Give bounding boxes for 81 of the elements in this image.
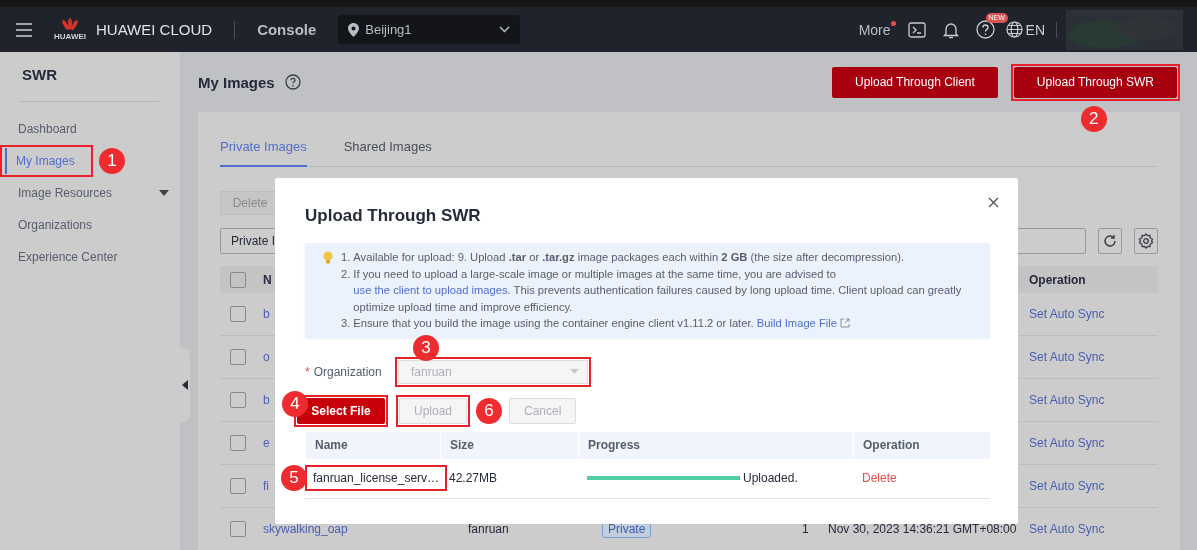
chevron-down-icon <box>499 26 511 33</box>
file-name: fanruan_license_serv… <box>312 470 441 488</box>
note-number: 1. <box>341 250 351 265</box>
column-header: Operation <box>1029 272 1086 287</box>
auto-sync-link[interactable]: Set Auto Sync <box>1029 393 1105 407</box>
settings-button[interactable] <box>1134 228 1158 254</box>
page-title: My Images <box>198 73 275 91</box>
image-name-link[interactable]: fi <box>263 479 269 493</box>
image-name-link[interactable]: e <box>263 436 270 450</box>
sidebar-item[interactable]: Image Resources <box>3 180 183 206</box>
upload-status: Uploaded. <box>743 471 798 486</box>
note-text: If you need to upload a large-scale image or multiple images at the same time, you are advised to use the client to upload images. This prevents authentication failures caused by long upload time. Client upload can greatly optimize upload time and improve efficiency. <box>353 266 963 315</box>
auto-sync-link[interactable]: Set Auto Sync <box>1029 479 1105 493</box>
dialog-title: Upload Through SWR <box>305 206 481 226</box>
logo-text: HUAWEI <box>54 32 86 41</box>
more-menu[interactable]: More <box>858 21 891 38</box>
checkbox[interactable] <box>230 478 246 494</box>
tab[interactable]: Private Images <box>220 139 307 167</box>
table-cell: fanruan <box>468 522 509 536</box>
checkbox[interactable] <box>230 306 246 322</box>
help-icon[interactable] <box>284 74 301 90</box>
sidebar-item[interactable]: Dashboard <box>3 116 183 142</box>
checkbox[interactable] <box>230 435 246 451</box>
tab[interactable]: Shared Images <box>343 139 432 167</box>
table-cell: 1 <box>802 522 809 536</box>
auto-sync-link[interactable]: Set Auto Sync <box>1029 350 1105 364</box>
delete-link[interactable]: Delete <box>862 471 897 486</box>
required-mark: * <box>305 364 310 379</box>
refresh-icon <box>1103 234 1117 248</box>
language-label[interactable]: EN <box>1025 21 1045 38</box>
region-select[interactable]: Beijing1 <box>338 15 521 44</box>
column-header: Progress <box>578 431 853 459</box>
step-marker: 4 <box>282 390 308 417</box>
image-name-link[interactable]: b <box>263 307 270 321</box>
terminal-icon[interactable] <box>907 21 926 38</box>
console-link[interactable]: Console <box>257 21 317 38</box>
checkbox[interactable] <box>230 521 246 537</box>
auto-sync-link[interactable]: Set Auto Sync <box>1029 436 1105 450</box>
brand-name[interactable]: HUAWEI CLOUD <box>96 21 213 38</box>
lightbulb-icon <box>323 251 333 264</box>
column-header: N <box>263 272 272 287</box>
note-text: Ensure that you build the image using the container engine client v1.11.2 or later. Build Image File <box>353 315 850 332</box>
auto-sync-link[interactable]: Set Auto Sync <box>1029 307 1105 321</box>
notification-dot <box>890 20 896 26</box>
image-name-link[interactable]: b <box>263 393 270 407</box>
image-name-link[interactable]: o <box>263 350 270 364</box>
globe-icon[interactable] <box>1005 21 1023 38</box>
location-pin-icon <box>348 22 360 37</box>
note-link[interactable]: use the client to upload images <box>353 284 508 297</box>
field-label: Organization <box>313 364 382 379</box>
close-icon[interactable] <box>988 197 999 208</box>
collapse-handle[interactable] <box>180 348 190 422</box>
column-header: Operation <box>853 431 990 459</box>
sidebar-item[interactable]: Organizations <box>3 212 183 238</box>
refresh-button[interactable] <box>1098 228 1122 254</box>
table-cell: Nov 30, 2023 14:36:21 GMT+08:00 <box>828 522 1017 536</box>
note-link[interactable]: Build Image File <box>756 317 837 330</box>
checkbox[interactable] <box>230 392 246 408</box>
sidebar-item[interactable]: Experience Center <box>3 244 183 270</box>
upload-button[interactable]: Upload Through SWR <box>1013 66 1177 98</box>
menu-icon[interactable] <box>16 22 32 37</box>
upload-button[interactable]: Upload Through Client <box>831 66 998 98</box>
auto-sync-link[interactable]: Set Auto Sync <box>1029 522 1105 536</box>
column-header: Size <box>440 431 578 459</box>
sidebar-item[interactable]: My Images <box>5 148 90 174</box>
note-text: Available for upload: 9. Upload .tar or .tar.gz image packages each within 2 GB (the size after decompression). <box>353 250 905 265</box>
step-marker: 6 <box>476 397 503 424</box>
note-number: 3. <box>341 316 351 332</box>
sidebar-title: SWR <box>21 66 58 85</box>
step-marker: 5 <box>281 465 307 492</box>
column-header: Name <box>305 431 440 459</box>
image-name-link[interactable]: skywalking_oap <box>263 522 348 536</box>
checkbox[interactable] <box>230 349 246 365</box>
step-marker: 1 <box>99 148 125 174</box>
note-number: 2. <box>341 266 351 282</box>
checkbox[interactable] <box>230 271 246 288</box>
gear-icon <box>1138 233 1154 249</box>
bell-icon[interactable] <box>942 20 959 39</box>
caret-down-icon <box>570 369 579 375</box>
step-marker: 2 <box>1080 105 1107 132</box>
table-cell: 42.27MB <box>449 471 498 486</box>
